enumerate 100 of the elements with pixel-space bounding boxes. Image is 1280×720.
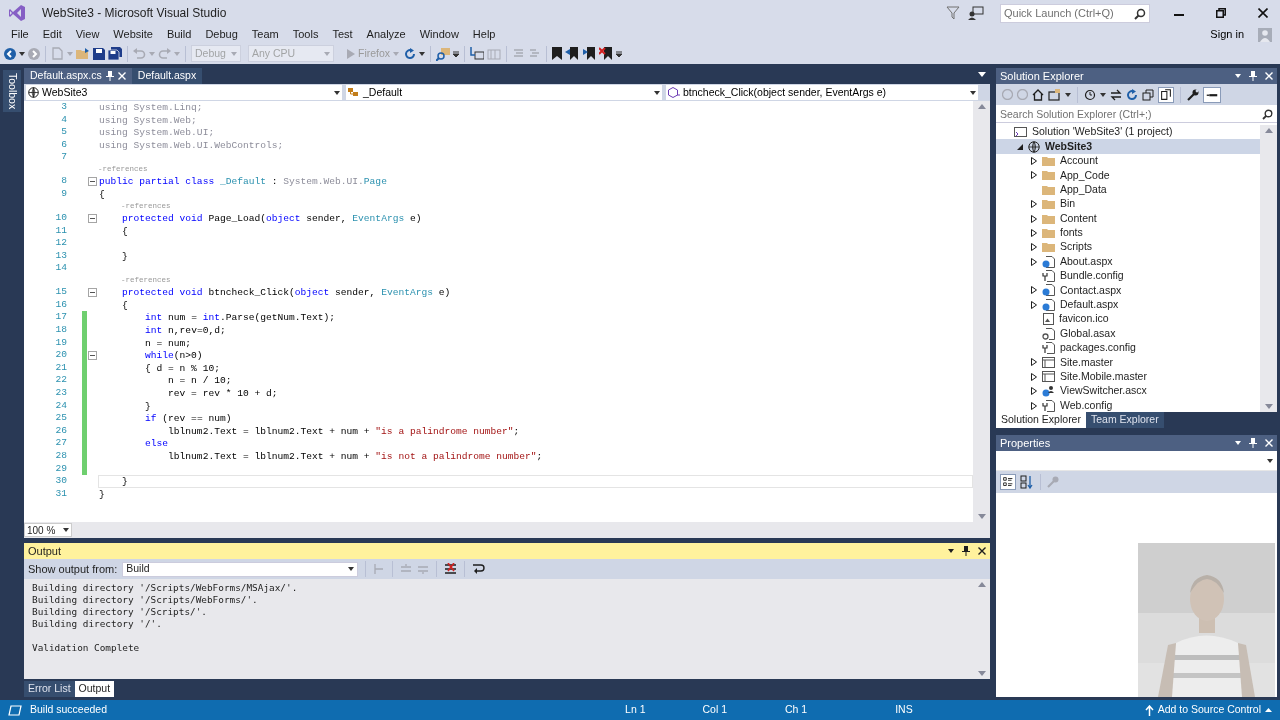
tree-item[interactable]: Bundle.config <box>996 268 1260 284</box>
caret-icon[interactable] <box>1235 441 1241 445</box>
tree-item[interactable]: fonts <box>996 225 1260 241</box>
sign-in-link[interactable]: Sign in <box>1204 26 1250 43</box>
tree-item[interactable]: Global.asax <box>996 326 1260 341</box>
alphabetical-icon[interactable] <box>1020 475 1034 489</box>
collapsed-arrow-icon[interactable] <box>1031 358 1037 367</box>
panel-tab[interactable]: Team Explorer <box>1085 412 1164 428</box>
sync-icon[interactable] <box>1110 88 1122 101</box>
pin-icon[interactable] <box>105 71 114 81</box>
tree-item[interactable]: App_Data <box>996 182 1260 197</box>
save-all-icon[interactable] <box>108 47 122 60</box>
panel-tab[interactable]: Error List <box>24 681 75 697</box>
tree-item[interactable]: Web.config <box>996 398 1260 412</box>
collapsed-arrow-icon[interactable] <box>1031 156 1037 165</box>
switch-views-icon[interactable] <box>1048 88 1061 101</box>
tree-item[interactable]: Contact.aspx <box>996 283 1260 298</box>
project-dropdown[interactable]: WebSite3 <box>26 85 342 100</box>
previous-bookmark-icon[interactable] <box>565 47 580 60</box>
menu-item[interactable]: File <box>4 26 36 43</box>
tree-item[interactable]: Scripts <box>996 240 1260 255</box>
collapse-icon[interactable] <box>88 351 97 361</box>
find-icon[interactable] <box>436 46 451 61</box>
member-dropdown[interactable]: btncheck_Click(object sender, EventArgs e) <box>666 85 978 100</box>
caret-icon[interactable] <box>948 549 954 553</box>
open-folder-icon[interactable] <box>76 47 90 60</box>
collapsed-arrow-icon[interactable] <box>1031 300 1037 309</box>
feedback-icon[interactable] <box>968 6 984 20</box>
show-all-files-icon[interactable] <box>1158 86 1174 103</box>
collapsed-arrow-icon[interactable] <box>1031 200 1037 209</box>
collapsed-arrow-icon[interactable] <box>1031 401 1037 410</box>
scroll-down-icon[interactable] <box>977 514 986 519</box>
tree-item[interactable]: Bin <box>996 196 1260 212</box>
tree-item[interactable]: favicon.ico <box>996 312 1260 327</box>
pending-changes-icon[interactable] <box>1084 88 1096 101</box>
wrench-icon[interactable] <box>1187 88 1199 101</box>
caret-icon[interactable] <box>978 72 986 77</box>
tree-item[interactable]: packages.config <box>996 340 1260 356</box>
menu-item[interactable]: Edit <box>35 26 69 43</box>
word-wrap-icon[interactable] <box>472 563 486 575</box>
menu-item[interactable]: Test <box>325 26 360 43</box>
scroll-up-icon[interactable] <box>977 582 986 587</box>
scroll-down-icon[interactable] <box>1264 404 1273 409</box>
zoom-dropdown[interactable]: 100 % <box>24 523 72 537</box>
scroll-up-icon[interactable] <box>1264 128 1273 133</box>
scroll-down-icon[interactable] <box>977 671 986 676</box>
tree-item[interactable]: Site.master <box>996 355 1260 370</box>
clear-all-icon[interactable] <box>444 562 458 576</box>
panel-tab[interactable]: Solution Explorer <box>996 412 1086 428</box>
search-field[interactable]: Search Solution Explorer (Ctrl+;) <box>996 105 1277 123</box>
menu-item[interactable]: Tools <box>285 26 326 43</box>
output-source-dropdown[interactable]: Build <box>122 561 359 577</box>
scrollbar[interactable] <box>973 101 990 522</box>
menu-item[interactable]: Analyze <box>359 26 413 43</box>
tree-item[interactable]: About.aspx <box>996 254 1260 269</box>
editor-tab[interactable]: Default.aspx.cs <box>24 68 132 84</box>
collapsed-arrow-icon[interactable] <box>1031 228 1037 237</box>
overflow-icon[interactable] <box>453 50 460 57</box>
collapsed-arrow-icon[interactable] <box>1031 243 1037 252</box>
collapsed-arrow-icon[interactable] <box>1031 372 1037 381</box>
toolbox-tab[interactable]: Toolbox <box>3 70 21 113</box>
scroll-up-icon[interactable] <box>977 104 986 109</box>
collapsed-arrow-icon[interactable] <box>1031 257 1037 266</box>
clear-bookmarks-icon[interactable] <box>599 47 614 60</box>
menu-item[interactable]: Help <box>465 26 503 43</box>
collapse-icon[interactable] <box>88 288 97 298</box>
close-icon[interactable] <box>978 547 986 555</box>
tree-item[interactable]: Default.aspx <box>996 297 1260 313</box>
collapsed-arrow-icon[interactable] <box>1031 214 1037 223</box>
tree-item[interactable]: Account <box>996 153 1260 169</box>
collapsed-arrow-icon[interactable] <box>1031 387 1037 396</box>
scrollbar[interactable] <box>1260 125 1277 412</box>
preview-icon[interactable] <box>1203 86 1221 103</box>
pin-icon[interactable] <box>962 546 970 556</box>
editor-tab[interactable]: Default.aspx <box>131 68 203 84</box>
menu-item[interactable]: View <box>68 26 107 43</box>
collapse-icon[interactable] <box>88 177 97 187</box>
filter-icon[interactable] <box>946 6 960 20</box>
caret-icon[interactable] <box>419 51 426 56</box>
menu-item[interactable]: Debug <box>198 26 245 43</box>
tree-item[interactable]: Solution 'WebSite3' (1 project) <box>996 125 1260 140</box>
pin-icon[interactable] <box>1249 71 1257 81</box>
tree-item[interactable]: WebSite3 <box>996 139 1260 154</box>
menu-item[interactable]: Website <box>106 26 160 43</box>
menu-item[interactable]: Build <box>159 26 199 43</box>
collapse-all-icon[interactable] <box>1142 88 1154 101</box>
pin-icon[interactable] <box>1249 438 1257 448</box>
caret-icon[interactable] <box>1065 92 1071 97</box>
overflow-icon[interactable] <box>616 50 623 57</box>
save-icon[interactable] <box>93 47 105 60</box>
next-bookmark-icon[interactable] <box>582 47 597 60</box>
tree-item[interactable]: Content <box>996 211 1260 226</box>
menu-item[interactable]: Team <box>244 26 286 43</box>
caret-icon[interactable] <box>1235 74 1241 78</box>
class-dropdown[interactable]: _Default <box>346 85 662 100</box>
caret-icon[interactable] <box>1100 92 1106 97</box>
home-icon[interactable] <box>1032 88 1044 101</box>
panel-tab[interactable]: Output <box>74 681 115 697</box>
menu-item[interactable]: Window <box>412 26 466 43</box>
quick-launch-field[interactable]: Quick Launch (Ctrl+Q) <box>1000 3 1150 23</box>
